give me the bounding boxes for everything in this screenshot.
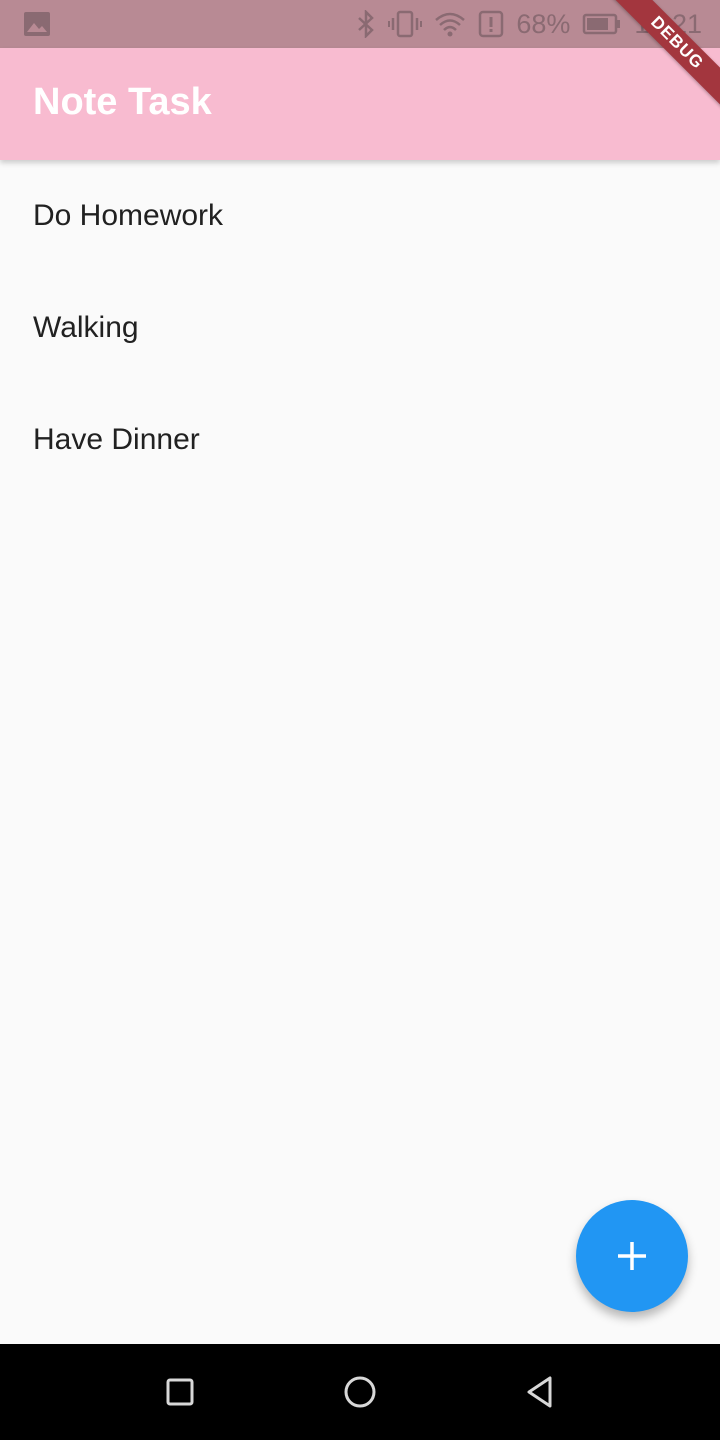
list-item[interactable]: Do Homework xyxy=(0,160,720,272)
wifi-icon xyxy=(435,12,466,37)
battery-icon xyxy=(583,13,621,35)
status-bar: 68% 12:21 xyxy=(0,0,720,48)
add-task-button[interactable] xyxy=(576,1200,688,1312)
gallery-icon xyxy=(24,12,50,36)
vibrate-icon xyxy=(388,10,423,38)
back-button[interactable] xyxy=(492,1344,588,1440)
task-list: Do Homework Walking Have Dinner xyxy=(0,160,720,496)
navigation-bar xyxy=(0,1344,720,1440)
list-item[interactable]: Walking xyxy=(0,272,720,384)
list-item[interactable]: Have Dinner xyxy=(0,384,720,496)
plus-icon xyxy=(618,1242,646,1270)
bluetooth-icon xyxy=(358,10,375,38)
recents-button[interactable] xyxy=(132,1344,228,1440)
page-title: Note Task xyxy=(33,81,212,123)
task-label: Have Dinner xyxy=(33,423,200,456)
recents-icon xyxy=(166,1378,194,1406)
home-button[interactable] xyxy=(312,1344,408,1440)
task-label: Walking xyxy=(33,311,139,344)
home-icon xyxy=(344,1376,376,1408)
back-icon xyxy=(527,1376,552,1408)
app-bar: Note Task xyxy=(0,48,720,160)
task-label: Do Homework xyxy=(33,199,224,232)
battery-percent: 68% xyxy=(516,8,571,39)
alert-icon xyxy=(479,10,504,38)
